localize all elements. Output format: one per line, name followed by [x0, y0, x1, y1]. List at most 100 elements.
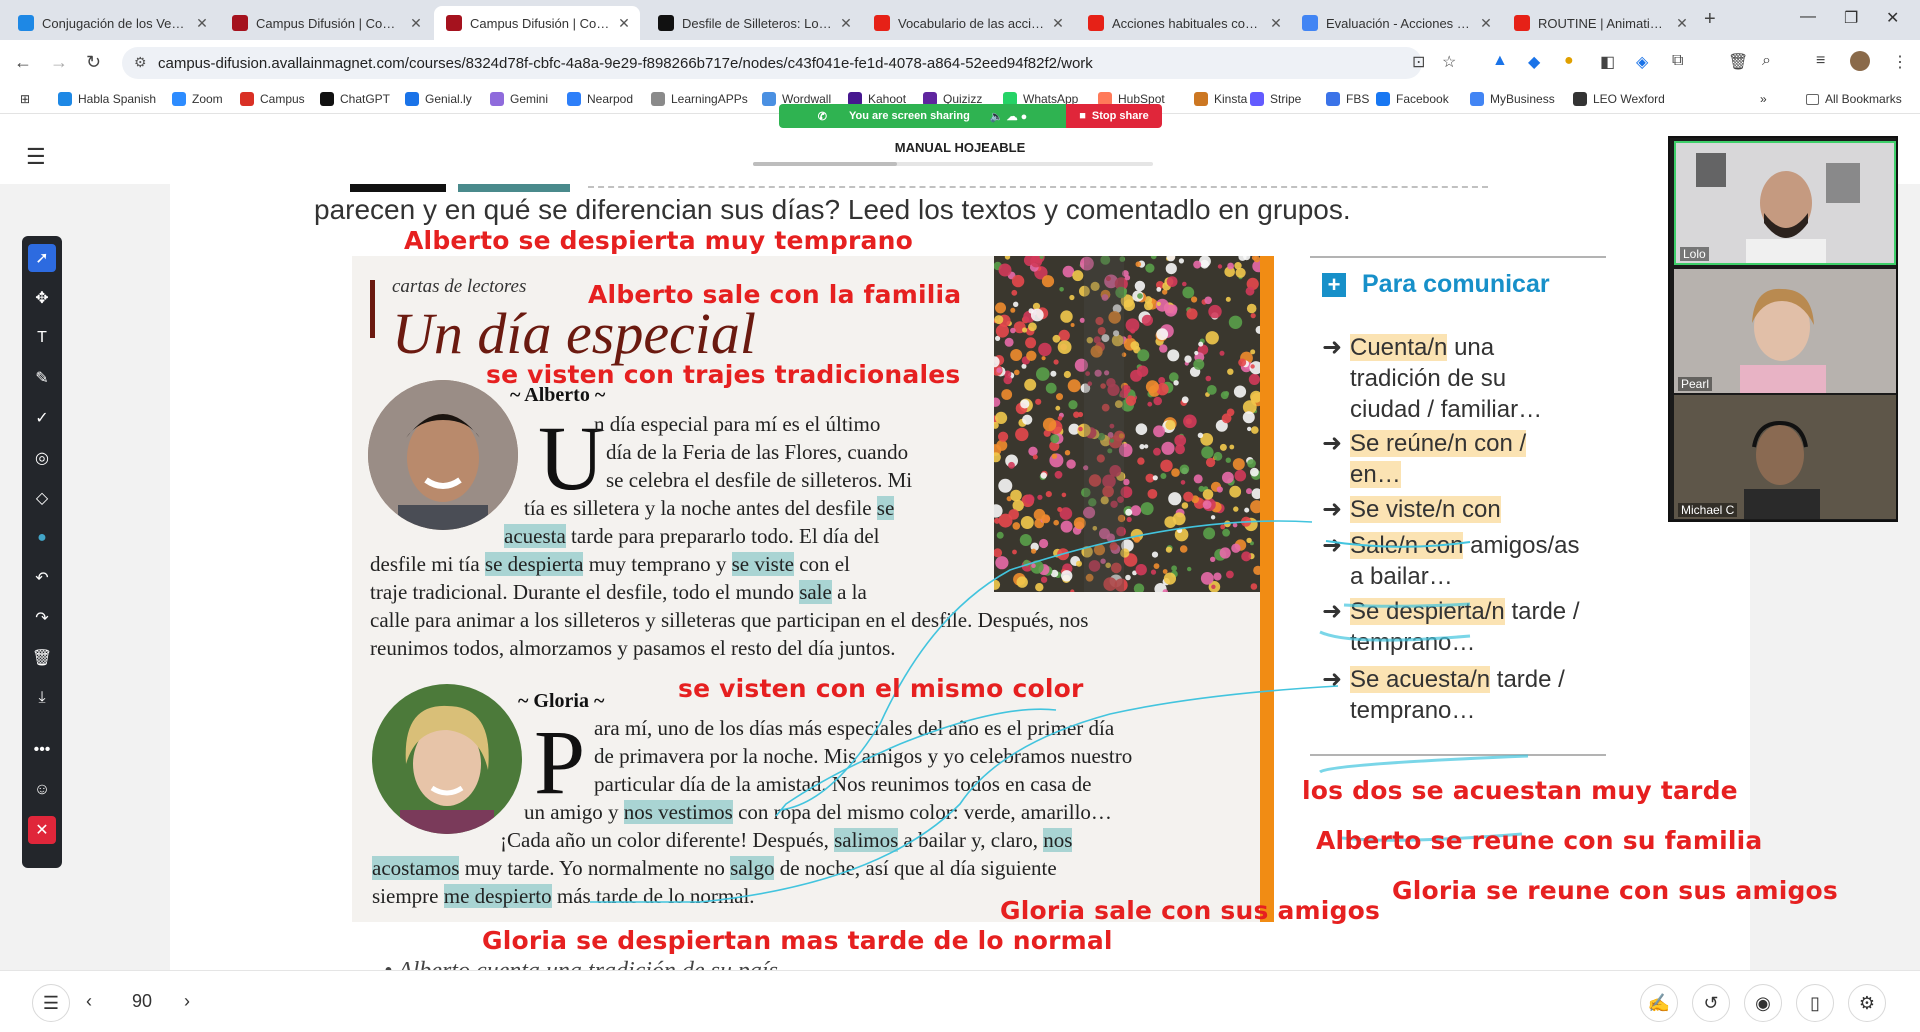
bookmark-item[interactable]: Gemini	[490, 92, 548, 106]
download-icon[interactable]: ⤓	[28, 684, 56, 712]
extension-icon[interactable]: ●	[1564, 52, 1574, 70]
reload-icon[interactable]: ↻	[86, 52, 101, 73]
extensions-puzzle-icon[interactable]: ⧉	[1672, 52, 1683, 70]
google-icon	[1302, 15, 1318, 31]
bookmark-item[interactable]: LearningAPPs	[651, 92, 748, 106]
bookmark-favicon-icon	[1376, 92, 1390, 106]
tab-search-icon[interactable]: ⌕	[1762, 52, 1771, 70]
reset-icon[interactable]: ↺	[1692, 984, 1730, 1022]
minimize-icon[interactable]: —	[1800, 8, 1816, 26]
bookmark-item[interactable]: ChatGPT	[320, 92, 390, 106]
bookmark-item[interactable]: Genial.ly	[405, 92, 472, 106]
browser-tab[interactable]: Conjugación de los Verbos ✕	[6, 6, 218, 40]
campus-icon	[446, 15, 462, 31]
bookmark-star-icon[interactable]: ☆	[1442, 52, 1456, 72]
browser-tab[interactable]: Vocabulario de las acciones ✕	[862, 6, 1074, 40]
bookmark-label: ChatGPT	[340, 92, 391, 106]
apps-icon[interactable]: ⊞	[20, 92, 30, 106]
text-tool-icon[interactable]: T	[28, 324, 56, 352]
close-tab-icon[interactable]: ✕	[408, 15, 424, 32]
browser-tab[interactable]: ROUTINE | Animation shor ✕	[1502, 6, 1698, 40]
media-icon[interactable]: ≡	[1816, 52, 1825, 70]
bookmark-item[interactable]: Nearpod	[567, 92, 633, 106]
close-tab-icon[interactable]: ✕	[1268, 15, 1284, 32]
redo-icon[interactable]: ↷	[28, 604, 56, 632]
delete-icon[interactable]: 🗑	[28, 644, 56, 672]
bookmark-item[interactable]: Zoom	[172, 92, 223, 106]
bookmark-favicon-icon	[567, 92, 581, 106]
url-field[interactable]: ⚙ campus-difusion.avallainmagnet.com/cou…	[122, 47, 1422, 79]
settings-icon[interactable]: ⚙	[1848, 984, 1886, 1022]
bookmark-item[interactable]: FBS	[1326, 92, 1369, 106]
video-tile[interactable]: Lolo	[1674, 141, 1896, 265]
install-app-icon[interactable]: ⊡	[1412, 52, 1425, 72]
browser-tab[interactable]: Campus Difusión | Courses ✕	[434, 6, 640, 40]
bookmark-item[interactable]: Kinsta	[1194, 92, 1247, 106]
participants-icon[interactable]: ☺	[28, 776, 56, 804]
extension-icon[interactable]: ◆	[1528, 52, 1540, 72]
eraser-icon[interactable]: ◇	[28, 484, 56, 512]
drive-extension-icon[interactable]: ▲	[1492, 52, 1508, 70]
checkmark-icon[interactable]: ✓	[28, 404, 56, 432]
extension-icon[interactable]: ◈	[1636, 52, 1648, 72]
restore-icon[interactable]: ❐	[1844, 8, 1858, 28]
previous-page-icon[interactable]: ‹	[86, 991, 92, 1012]
close-tab-icon[interactable]: ✕	[194, 15, 210, 32]
puzzle-icon	[18, 15, 34, 31]
back-icon[interactable]: ←	[14, 52, 32, 73]
url-text: campus-difusion.avallainmagnet.com/cours…	[158, 54, 1093, 72]
color-picker-icon[interactable]: ●	[28, 524, 56, 552]
participant-name: Michael C	[1678, 503, 1738, 517]
bookmark-label: Kinsta	[1214, 92, 1248, 106]
next-page-icon[interactable]: ›	[184, 991, 190, 1012]
more-icon[interactable]: •••	[28, 736, 56, 764]
select-pointer-icon[interactable]: ➚	[28, 244, 56, 272]
browser-tab[interactable]: Campus Difusión | Courses ✕	[220, 6, 432, 40]
handwritten-annotation: Alberto se reune con su familia	[1316, 826, 1763, 855]
trash-icon[interactable]: 🗑	[1728, 52, 1748, 72]
bookmark-item[interactable]: Campus	[240, 92, 305, 106]
move-icon[interactable]: ✥	[28, 284, 56, 312]
bookmark-item[interactable]: LEO Wexford	[1573, 92, 1665, 106]
close-toolbar-icon[interactable]: ✕	[28, 816, 56, 844]
annotate-icon[interactable]: ✍	[1640, 984, 1678, 1022]
spotlight-icon[interactable]: ◎	[28, 444, 56, 472]
all-bookmarks[interactable]: All Bookmarks	[1806, 92, 1902, 106]
close-tab-icon[interactable]: ✕	[616, 15, 632, 32]
bookmark-item[interactable]: MyBusiness	[1470, 92, 1555, 106]
stop-share-button[interactable]: ■ Stop share	[1066, 104, 1162, 128]
undo-icon[interactable]: ↶	[28, 564, 56, 592]
page-number[interactable]: 90	[132, 991, 152, 1012]
close-tab-icon[interactable]: ✕	[1478, 15, 1494, 32]
close-tab-icon[interactable]: ✕	[1674, 15, 1690, 32]
forward-icon[interactable]: →	[50, 52, 68, 73]
participant-name: Pearl	[1678, 377, 1713, 391]
video-tile[interactable]: Pearl	[1674, 269, 1896, 393]
extension-icon[interactable]: ◧	[1600, 52, 1615, 72]
close-window-icon[interactable]: ✕	[1886, 8, 1899, 28]
bookmark-icon[interactable]: ▯	[1796, 984, 1834, 1022]
handwritten-annotation: se visten con el mismo color	[678, 674, 1084, 703]
view-icon[interactable]: ◉	[1744, 984, 1782, 1022]
new-tab-button[interactable]: +	[1704, 8, 1716, 31]
browser-tab[interactable]: Acciones habituales con M ✕	[1076, 6, 1292, 40]
tab-title: ROUTINE | Animation shor	[1538, 15, 1668, 31]
more-bookmarks-icon[interactable]: »	[1760, 92, 1767, 106]
bookmark-favicon-icon	[58, 92, 72, 106]
tab-title: Evaluación - Acciones hab	[1326, 15, 1472, 31]
table-of-contents-icon[interactable]: ☰	[32, 984, 70, 1022]
browser-tab[interactable]: Evaluación - Acciones hab ✕	[1290, 6, 1502, 40]
close-tab-icon[interactable]: ✕	[838, 15, 854, 32]
video-tile[interactable]: Michael C	[1674, 395, 1896, 519]
site-info-icon[interactable]: ⚙	[134, 54, 147, 71]
screen-share-banner: ✆ You are screen sharing 🔈 ☁ ● ■ Stop share	[779, 104, 1162, 128]
bookmark-item[interactable]: Stripe	[1250, 92, 1301, 106]
menu-icon[interactable]: ⋮	[1892, 52, 1908, 72]
bookmark-item[interactable]: Habla Spanish	[58, 92, 156, 106]
pen-icon[interactable]: ✎	[28, 364, 56, 392]
profile-avatar[interactable]	[1850, 51, 1870, 71]
bookmark-item[interactable]: Facebook	[1376, 92, 1449, 106]
browser-tab[interactable]: Desfile de Silleteros: Lo M ✕	[646, 6, 862, 40]
close-tab-icon[interactable]: ✕	[1050, 15, 1066, 32]
bookmark-label: LearningAPPs	[671, 92, 748, 106]
